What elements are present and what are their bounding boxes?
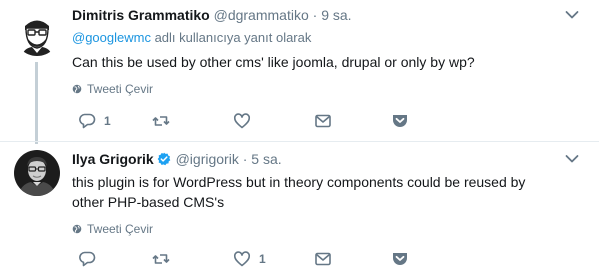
- reply-context: @googlewmc adlı kullanıcıya yanıt olarak: [72, 30, 311, 45]
- direct-message-button[interactable]: [314, 249, 332, 269]
- reply-icon: [79, 251, 96, 267]
- tweet-igrigorik[interactable]: Ilya Grigorik @igrigorik · 5 sa. this pl…: [0, 142, 599, 279]
- tweet-dgrammatiko[interactable]: Dimitris Grammatiko @dgrammatiko · 9 sa.…: [0, 0, 599, 144]
- tweet-header: Ilya Grigorik @igrigorik · 5 sa.: [72, 150, 282, 168]
- retweet-icon: [152, 116, 170, 126]
- avatar-dgrammatiko[interactable]: [14, 10, 60, 56]
- separator-dot: ·: [242, 151, 248, 167]
- translate-tweet-link[interactable]: Tweeti Çevir: [72, 82, 153, 96]
- pocket-button[interactable]: [391, 111, 409, 131]
- tweet-actions: 1: [72, 249, 432, 269]
- reply-button[interactable]: 1: [78, 111, 111, 131]
- envelope-icon: [315, 252, 331, 266]
- retweet-button[interactable]: [152, 249, 178, 269]
- translate-label: Tweeti Çevir: [87, 222, 154, 236]
- reply-context-label: adlı kullanıcıya yanıt olarak: [150, 30, 312, 45]
- direct-message-button[interactable]: [314, 111, 332, 131]
- like-button[interactable]: [233, 111, 259, 131]
- translate-label: Tweeti Çevir: [87, 82, 154, 96]
- heart-icon: [233, 113, 251, 129]
- reply-button[interactable]: [78, 249, 104, 269]
- reply-icon: [79, 113, 96, 129]
- envelope-icon: [315, 114, 331, 128]
- like-button[interactable]: 1: [233, 249, 266, 269]
- author-name[interactable]: Dimitris Grammatiko: [72, 7, 210, 23]
- tweet-header: Dimitris Grammatiko @dgrammatiko · 9 sa.: [72, 6, 352, 24]
- timestamp[interactable]: 5 sa.: [251, 151, 281, 167]
- reply-count: 1: [104, 114, 111, 128]
- author-handle[interactable]: @igrigorik: [176, 151, 239, 167]
- retweet-button[interactable]: [152, 111, 178, 131]
- chevron-down-icon[interactable]: [565, 10, 579, 20]
- verified-badge-icon: [157, 152, 171, 166]
- pocket-button[interactable]: [391, 249, 409, 269]
- globe-icon: [72, 84, 82, 94]
- heart-icon: [233, 251, 251, 267]
- avatar-igrigorik[interactable]: [14, 150, 60, 196]
- globe-icon: [72, 224, 82, 234]
- retweet-icon: [152, 254, 170, 264]
- thread-line: [35, 62, 38, 144]
- tweet-actions: 1: [72, 111, 432, 131]
- translate-tweet-link[interactable]: Tweeti Çevir: [72, 222, 153, 236]
- tweet-text: this plugin is for WordPress but in theo…: [72, 174, 526, 210]
- tweet-text: Can this be used by other cms' like joom…: [72, 54, 475, 70]
- reply-mention-link[interactable]: @googlewmc: [72, 30, 151, 45]
- like-count: 1: [259, 252, 266, 266]
- pocket-icon: [393, 253, 407, 265]
- author-name[interactable]: Ilya Grigorik: [72, 151, 154, 167]
- pocket-icon: [393, 115, 407, 127]
- separator-dot: ·: [312, 7, 318, 23]
- chevron-down-icon[interactable]: [565, 154, 579, 164]
- author-handle[interactable]: @dgrammatiko: [214, 7, 309, 23]
- timestamp[interactable]: 9 sa.: [321, 7, 351, 23]
